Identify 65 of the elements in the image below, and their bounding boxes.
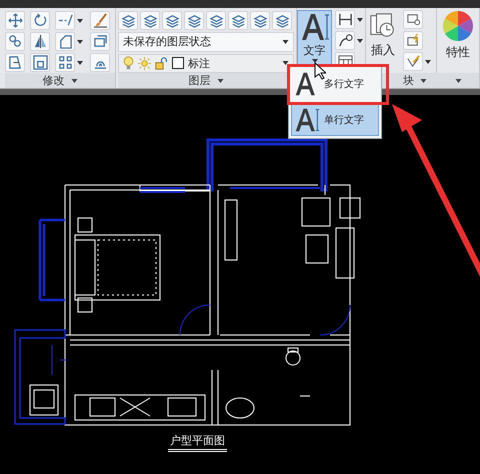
create-block-button[interactable] xyxy=(403,10,423,29)
array-icon xyxy=(58,55,72,70)
brush-button[interactable] xyxy=(90,11,110,30)
menu-item[interactable]: 单行文字 xyxy=(291,104,379,136)
fillet-icon xyxy=(58,34,72,49)
leader-button[interactable] xyxy=(335,31,355,50)
copy-button[interactable] xyxy=(5,32,25,51)
move-button[interactable] xyxy=(5,11,25,30)
trim-icon xyxy=(58,13,72,28)
offset-button[interactable] xyxy=(90,53,110,72)
panel-title: 图层 xyxy=(188,73,210,88)
layer-stack-icon xyxy=(142,13,158,28)
text-a-icon xyxy=(300,12,330,42)
caret-icon[interactable] xyxy=(454,78,462,82)
brush-icon xyxy=(92,13,108,28)
caret-icon xyxy=(77,60,83,64)
layer-state-dropdown[interactable]: 未保存的图层状态 xyxy=(118,32,294,52)
explode-button[interactable] xyxy=(90,32,110,51)
array-button[interactable] xyxy=(55,53,75,72)
explode-icon xyxy=(92,34,108,49)
copy-icon xyxy=(8,34,22,49)
stretch-button[interactable] xyxy=(5,53,25,72)
bulb-icon xyxy=(123,56,134,70)
layer-stack-button[interactable] xyxy=(140,11,160,30)
attribute-button[interactable] xyxy=(403,52,423,71)
mirror-button[interactable] xyxy=(30,32,50,51)
properties-button[interactable]: 特性 xyxy=(440,8,476,63)
layer-name: 标注 xyxy=(188,56,210,71)
edit-block-button[interactable] xyxy=(403,31,423,50)
move-icon xyxy=(8,13,22,28)
color-wheel-icon xyxy=(442,10,474,42)
caret-icon[interactable] xyxy=(216,78,224,82)
caret-icon[interactable] xyxy=(70,78,78,82)
panel-title: 块 xyxy=(403,73,414,88)
caret-icon xyxy=(425,60,431,64)
block-icon xyxy=(406,12,420,27)
rotate-icon xyxy=(32,13,48,28)
scale-icon xyxy=(32,55,48,70)
panel-title: 修改 xyxy=(42,73,64,88)
rotate-button[interactable] xyxy=(30,11,50,30)
caret-icon xyxy=(357,38,363,42)
tag-pencil-icon xyxy=(406,54,420,69)
layer-dropdown[interactable]: 标注 xyxy=(118,54,294,73)
drawing-caption: 户型平面图 xyxy=(168,433,227,452)
trim-button[interactable] xyxy=(55,11,75,30)
caret-icon xyxy=(357,18,363,22)
caret-icon xyxy=(282,61,289,66)
layer-state-value: 未保存的图层状态 xyxy=(123,34,211,50)
fillet-button[interactable] xyxy=(55,32,75,51)
block-lightning-icon xyxy=(406,33,420,48)
caret-icon xyxy=(312,59,318,63)
caret-icon[interactable] xyxy=(420,78,427,82)
caret-icon xyxy=(77,18,83,22)
caret-icon xyxy=(77,40,83,44)
leader-icon xyxy=(338,33,352,48)
sun-icon xyxy=(138,56,151,70)
scale-button[interactable] xyxy=(30,53,50,72)
layer-color-swatch xyxy=(172,57,184,70)
text-a-icon xyxy=(294,107,320,133)
caret-icon xyxy=(282,40,289,44)
dimension-button[interactable] xyxy=(335,10,355,29)
unlock-icon xyxy=(155,56,168,70)
stretch-icon xyxy=(8,55,22,70)
mirror-icon xyxy=(32,34,48,49)
dimension-icon xyxy=(338,12,352,27)
